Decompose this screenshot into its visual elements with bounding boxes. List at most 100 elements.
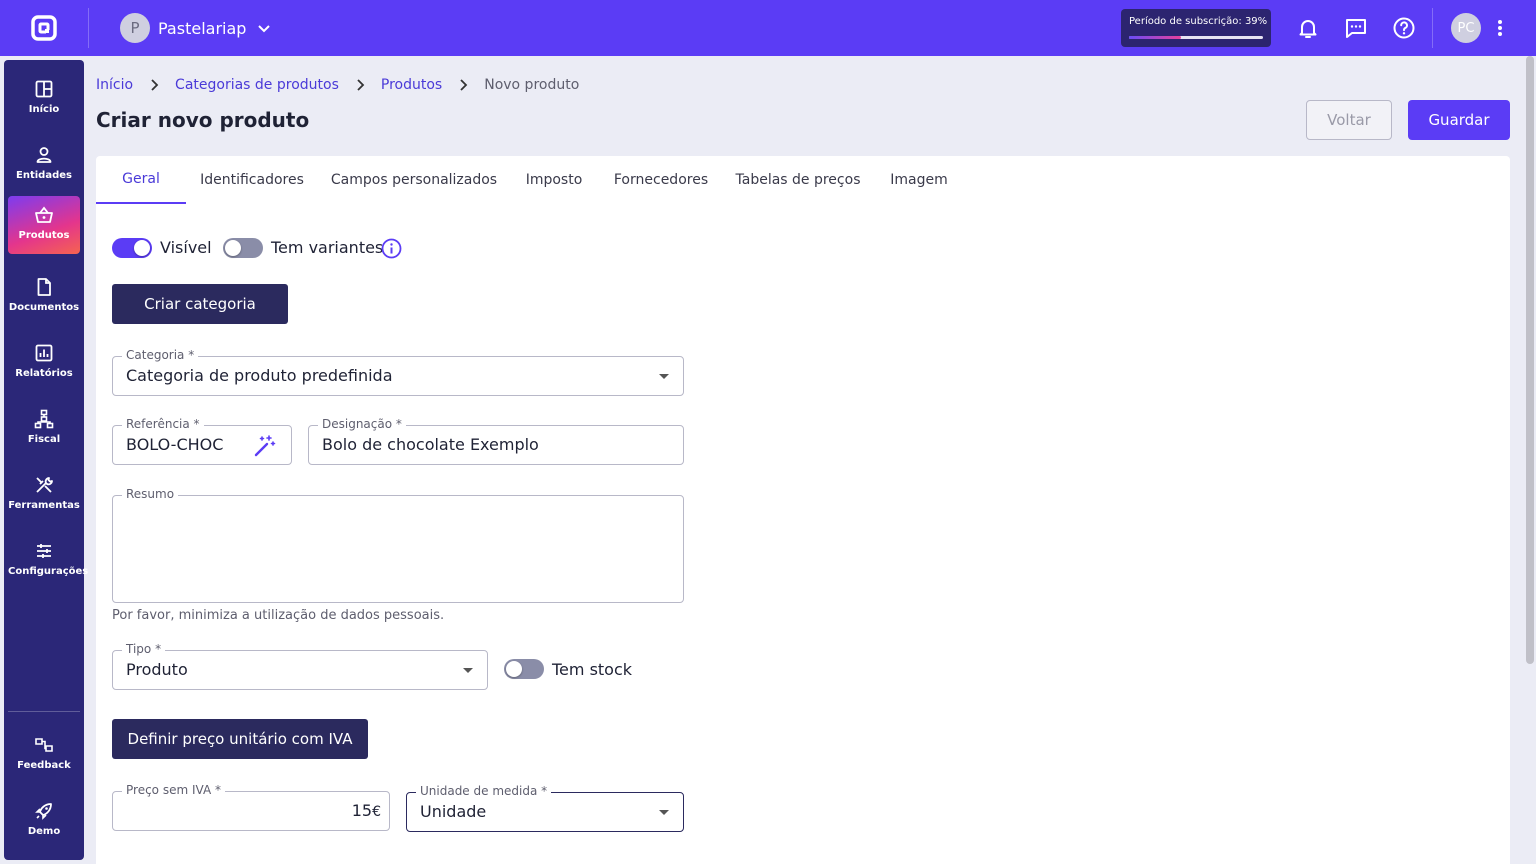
- help-icon[interactable]: [1392, 16, 1416, 40]
- category-select[interactable]: Categoria * Categoria de produto predefi…: [112, 348, 684, 396]
- type-select[interactable]: Tipo * Produto: [112, 642, 488, 690]
- sidebar-item-demo[interactable]: Demo: [8, 792, 80, 850]
- type-label: Tipo *: [122, 642, 166, 656]
- chart-icon: [35, 344, 53, 362]
- chevron-right-icon: [357, 79, 365, 91]
- sidebar-item-ferramentas[interactable]: Ferramentas: [8, 466, 80, 524]
- sliders-icon: [37, 544, 51, 558]
- sidebar-item-label: Demo: [27, 826, 61, 837]
- subscription-period[interactable]: Período de subscrição: 39%: [1121, 9, 1271, 47]
- type-value: Produto: [126, 660, 188, 679]
- feedback-icon: [35, 738, 53, 752]
- page-title: Criar novo produto: [96, 108, 310, 132]
- company-name: Pastelariap: [158, 18, 247, 38]
- toggle-knob: [225, 240, 241, 256]
- tab-bar: Geral Identificadores Campos personaliza…: [96, 156, 1510, 204]
- category-value: Categoria de produto predefinida: [126, 366, 393, 385]
- stock-toggle[interactable]: [504, 659, 544, 679]
- designation-input[interactable]: Designação * Bolo de chocolate Exemplo: [308, 417, 684, 465]
- sidebar-item-label: Configurações: [8, 566, 89, 577]
- dashboard-icon: [35, 80, 53, 98]
- tab-imposto[interactable]: Imposto: [520, 156, 588, 204]
- create-category-button[interactable]: Criar categoria: [112, 284, 288, 324]
- sidebar-item-label: Fiscal: [27, 434, 61, 445]
- hierarchy-icon: [34, 409, 54, 429]
- currency-symbol: €: [372, 804, 381, 820]
- person-icon: [36, 147, 52, 163]
- sidebar-item-entidades[interactable]: Entidades: [8, 136, 80, 194]
- bell-icon[interactable]: [1296, 16, 1320, 40]
- price-value: 15: [351, 801, 373, 820]
- visible-toggle[interactable]: [112, 238, 152, 258]
- visible-label: Visível: [160, 238, 212, 257]
- info-icon[interactable]: [381, 238, 402, 259]
- sidebar-item-inicio[interactable]: Início: [8, 70, 80, 128]
- tab-identificadores[interactable]: Identificadores: [196, 156, 308, 204]
- save-button[interactable]: Guardar: [1408, 100, 1510, 140]
- designation-label: Designação *: [318, 417, 406, 431]
- topbar-divider: [1432, 8, 1433, 48]
- sidebar-item-label: Relatórios: [15, 368, 73, 379]
- tab-campos-personalizados[interactable]: Campos personalizados: [328, 156, 500, 204]
- chevron-right-icon: [151, 79, 159, 91]
- price-label: Preço sem IVA *: [122, 783, 225, 797]
- summary-helper-text: Por favor, minimiza a utilização de dado…: [112, 608, 445, 623]
- sidebar-item-feedback[interactable]: Feedback: [8, 726, 80, 784]
- tab-tabelas-precos[interactable]: Tabelas de preços: [732, 156, 864, 204]
- breadcrumb-link-produtos[interactable]: Produtos: [381, 77, 442, 93]
- product-form-card: Geral Identificadores Campos personaliza…: [96, 156, 1510, 864]
- chevron-right-icon: [460, 79, 468, 91]
- sidebar: Início Entidades Produtos Documentos Rel…: [4, 60, 89, 860]
- price-value-wrap: 15€: [352, 801, 381, 820]
- more-vertical-icon[interactable]: [1492, 16, 1508, 40]
- chevron-down-icon: [258, 25, 271, 33]
- app-logo-icon[interactable]: [30, 14, 58, 42]
- unit-select[interactable]: Unidade de medida * Unidade: [406, 784, 684, 832]
- topbar-divider: [88, 8, 89, 48]
- price-input[interactable]: Preço sem IVA * 15€: [112, 783, 390, 831]
- magic-wand-icon[interactable]: [253, 434, 277, 458]
- designation-value: Bolo de chocolate Exemplo: [322, 435, 539, 454]
- unit-value: Unidade: [420, 802, 487, 821]
- toggle-knob: [134, 240, 150, 256]
- basket-icon: [35, 206, 53, 223]
- reference-value: BOLO-CHOC: [126, 435, 224, 454]
- page-scrollbar[interactable]: [1526, 56, 1534, 664]
- top-bar: P Pastelariap Período de subscrição: 39%…: [0, 0, 1536, 56]
- breadcrumb-link-categorias[interactable]: Categorias de produtos: [175, 77, 339, 93]
- rocket-icon: [35, 803, 52, 820]
- sidebar-item-label: Documentos: [8, 302, 80, 313]
- caret-down-icon: [659, 810, 669, 815]
- sidebar-item-fiscal[interactable]: Fiscal: [8, 400, 80, 458]
- back-button[interactable]: Voltar: [1306, 100, 1392, 140]
- tools-icon: [36, 477, 53, 493]
- summary-textarea[interactable]: Resumo: [112, 487, 684, 603]
- sidebar-item-produtos[interactable]: Produtos: [8, 196, 80, 254]
- subscription-label: Período de subscrição: 39%: [1129, 16, 1268, 27]
- caret-down-icon: [463, 668, 473, 673]
- subscription-progress-fill: [1129, 36, 1182, 39]
- sidebar-item-documentos[interactable]: Documentos: [8, 268, 80, 326]
- sidebar-item-label: Início: [28, 104, 60, 115]
- variants-label: Tem variantes: [271, 238, 384, 257]
- reference-label: Referência *: [122, 417, 204, 431]
- subscription-progress-track: [1129, 36, 1263, 39]
- chat-icon[interactable]: [1344, 16, 1368, 40]
- stock-label: Tem stock: [552, 660, 633, 679]
- breadcrumb-current: Novo produto: [484, 77, 580, 93]
- sidebar-divider: [8, 711, 80, 712]
- variants-toggle[interactable]: [223, 238, 263, 258]
- breadcrumb: Início Categorias de produtos Produtos N…: [96, 74, 579, 96]
- breadcrumb-link-inicio[interactable]: Início: [96, 77, 133, 93]
- sidebar-item-label: Produtos: [18, 230, 70, 241]
- reference-input[interactable]: Referência * BOLO-CHOC: [112, 417, 292, 465]
- sidebar-item-relatorios[interactable]: Relatórios: [8, 334, 80, 392]
- tab-geral[interactable]: Geral: [96, 156, 186, 204]
- set-price-with-vat-button[interactable]: Definir preço unitário com IVA: [112, 719, 368, 759]
- sidebar-item-configuracoes[interactable]: Configurações: [8, 532, 89, 590]
- tab-imagem[interactable]: Imagem: [884, 156, 954, 204]
- tab-fornecedores[interactable]: Fornecedores: [608, 156, 714, 204]
- summary-label: Resumo: [122, 487, 179, 501]
- company-selector[interactable]: P Pastelariap: [120, 13, 272, 43]
- user-avatar[interactable]: PC: [1451, 13, 1481, 43]
